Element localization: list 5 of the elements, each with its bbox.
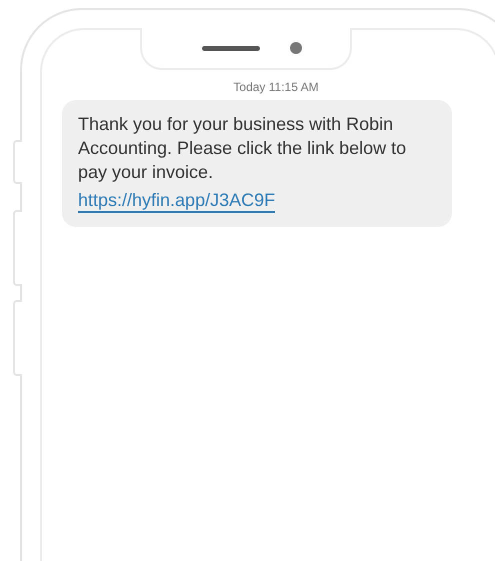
message-link[interactable]: https://hyfin.app/J3AC9F	[78, 189, 276, 213]
camera-icon	[290, 42, 302, 54]
message-timestamp: Today 11:15 AM	[232, 80, 320, 94]
message-text: Thank you for your business with Robin Accounting. Please click the link below to pay your invoice.	[78, 113, 408, 184]
speaker-icon	[202, 46, 260, 50]
